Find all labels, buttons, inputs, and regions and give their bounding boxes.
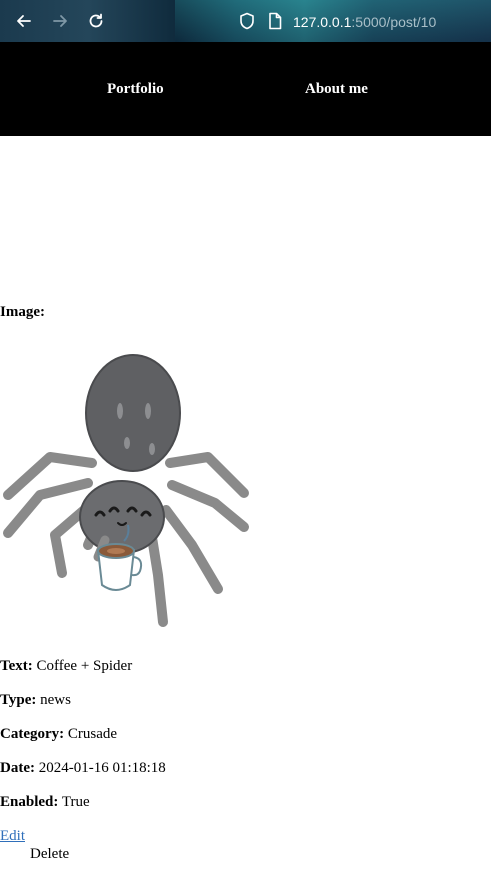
post-image (0, 345, 250, 630)
reload-icon[interactable] (84, 9, 108, 33)
nav-link-about-me[interactable]: About me (305, 80, 368, 98)
url-host: 127.0.0.1 (293, 14, 352, 30)
enabled-label: Enabled: (0, 794, 59, 810)
enabled-field: Enabled: True (0, 793, 90, 811)
date-value: 2024-01-16 01:18:18 (38, 760, 166, 776)
address-bar[interactable]: 127.0.0.1:5000/post/10 (293, 13, 436, 31)
url-path: :5000/post/10 (351, 14, 437, 30)
image-label: Image: (0, 304, 45, 320)
spider-image (3, 354, 249, 627)
page-icon (263, 9, 287, 33)
category-field: Category: Crusade (0, 725, 117, 743)
back-arrow-icon[interactable] (12, 9, 36, 33)
text-value: Coffee + Spider (36, 658, 133, 674)
edit-link[interactable]: Edit (0, 827, 25, 845)
text-label: Text: (0, 658, 33, 674)
browser-toolbar: 127.0.0.1:5000/post/10 (0, 0, 491, 42)
date-field: Date: 2024-01-16 01:18:18 (0, 759, 166, 777)
forward-arrow-icon[interactable] (48, 9, 72, 33)
type-value: news (40, 692, 71, 708)
category-value: Crusade (67, 726, 118, 742)
shield-icon[interactable] (235, 9, 259, 33)
delete-button[interactable]: Delete (30, 845, 69, 863)
date-label: Date: (0, 760, 35, 776)
site-nav: Portfolio About me (0, 42, 491, 136)
type-label: Type: (0, 692, 37, 708)
text-field: Text: Coffee + Spider (0, 657, 132, 675)
type-field: Type: news (0, 691, 71, 709)
nav-link-portfolio[interactable]: Portfolio (107, 80, 164, 98)
category-label: Category: (0, 726, 65, 742)
enabled-value: True (61, 794, 90, 810)
